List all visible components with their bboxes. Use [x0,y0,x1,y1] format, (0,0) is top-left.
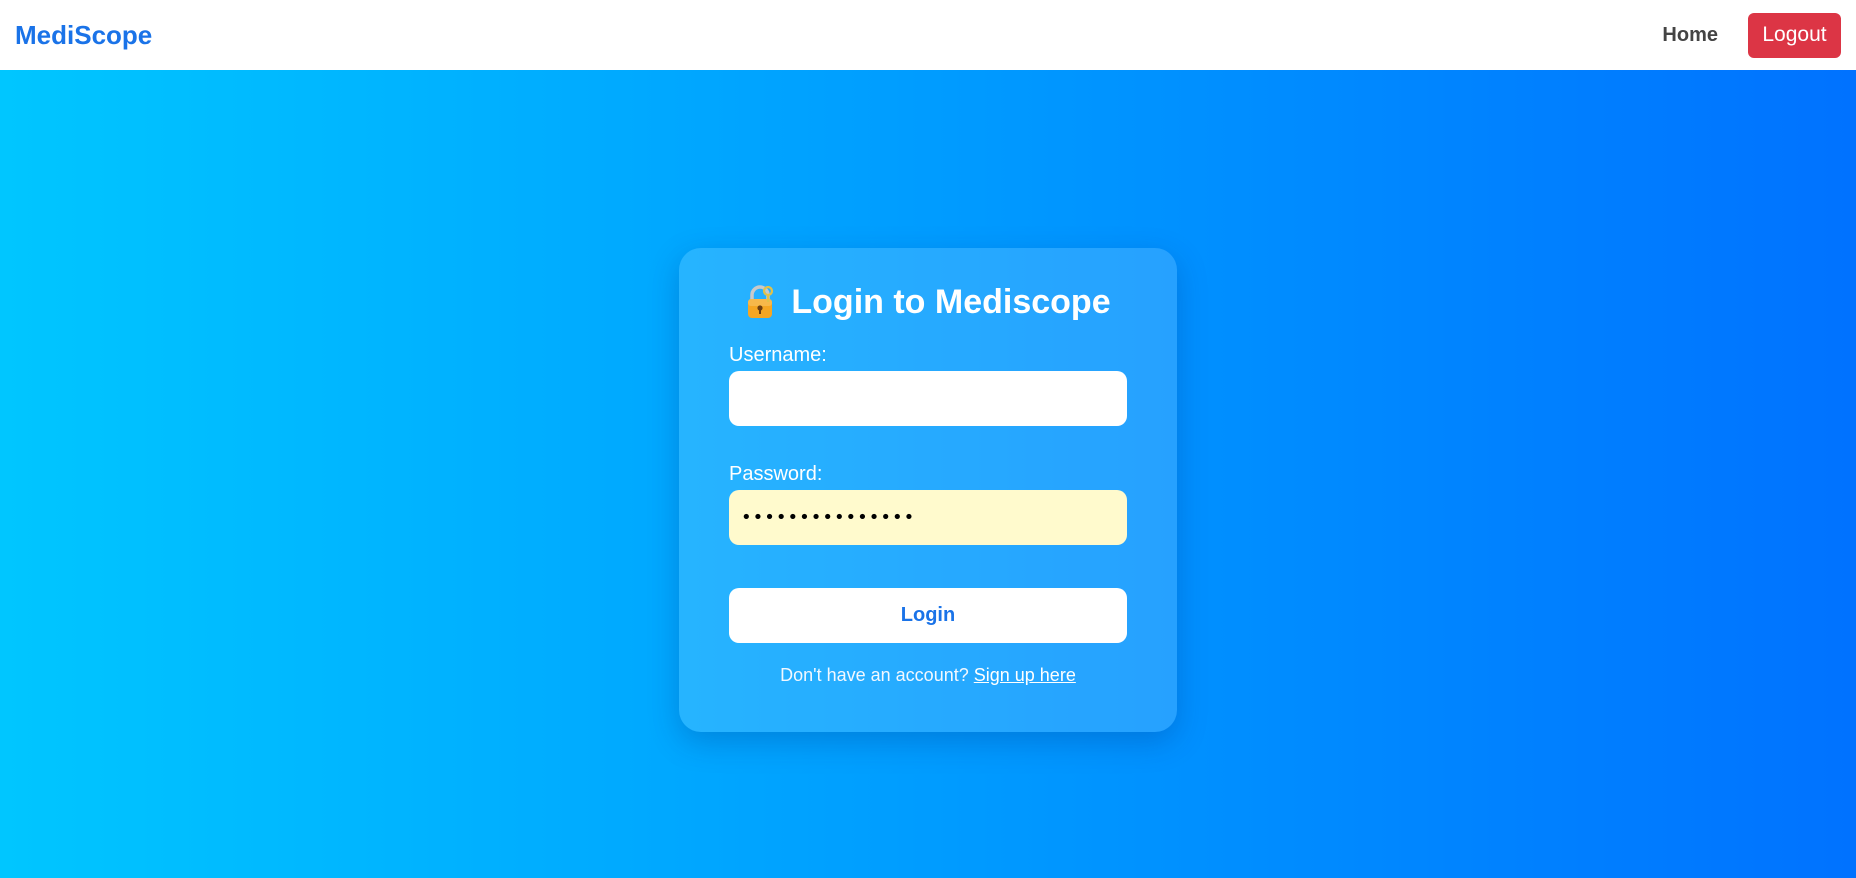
brand-logo[interactable]: MediScope [15,20,152,51]
nav-actions: Home Logout [1662,12,1841,58]
password-input[interactable] [729,490,1127,545]
login-title-text: Login to Mediscope [791,283,1111,321]
login-title: Login to Mediscope [729,282,1127,322]
login-button[interactable]: Login [729,588,1127,643]
signup-prompt: Don't have an account? Sign up here [729,665,1127,686]
signup-link[interactable]: Sign up here [974,665,1076,685]
lock-with-key-icon [745,285,775,319]
nav-home-link[interactable]: Home [1662,24,1718,47]
username-label: Username: [729,344,827,366]
password-label: Password: [729,463,823,485]
signup-prompt-text: Don't have an account? [780,665,969,685]
navbar: MediScope Home Logout [0,0,1856,70]
logout-button[interactable]: Logout [1748,12,1841,58]
username-input[interactable] [729,371,1127,426]
login-card: Login to Mediscope Username: Password: L… [679,248,1177,732]
